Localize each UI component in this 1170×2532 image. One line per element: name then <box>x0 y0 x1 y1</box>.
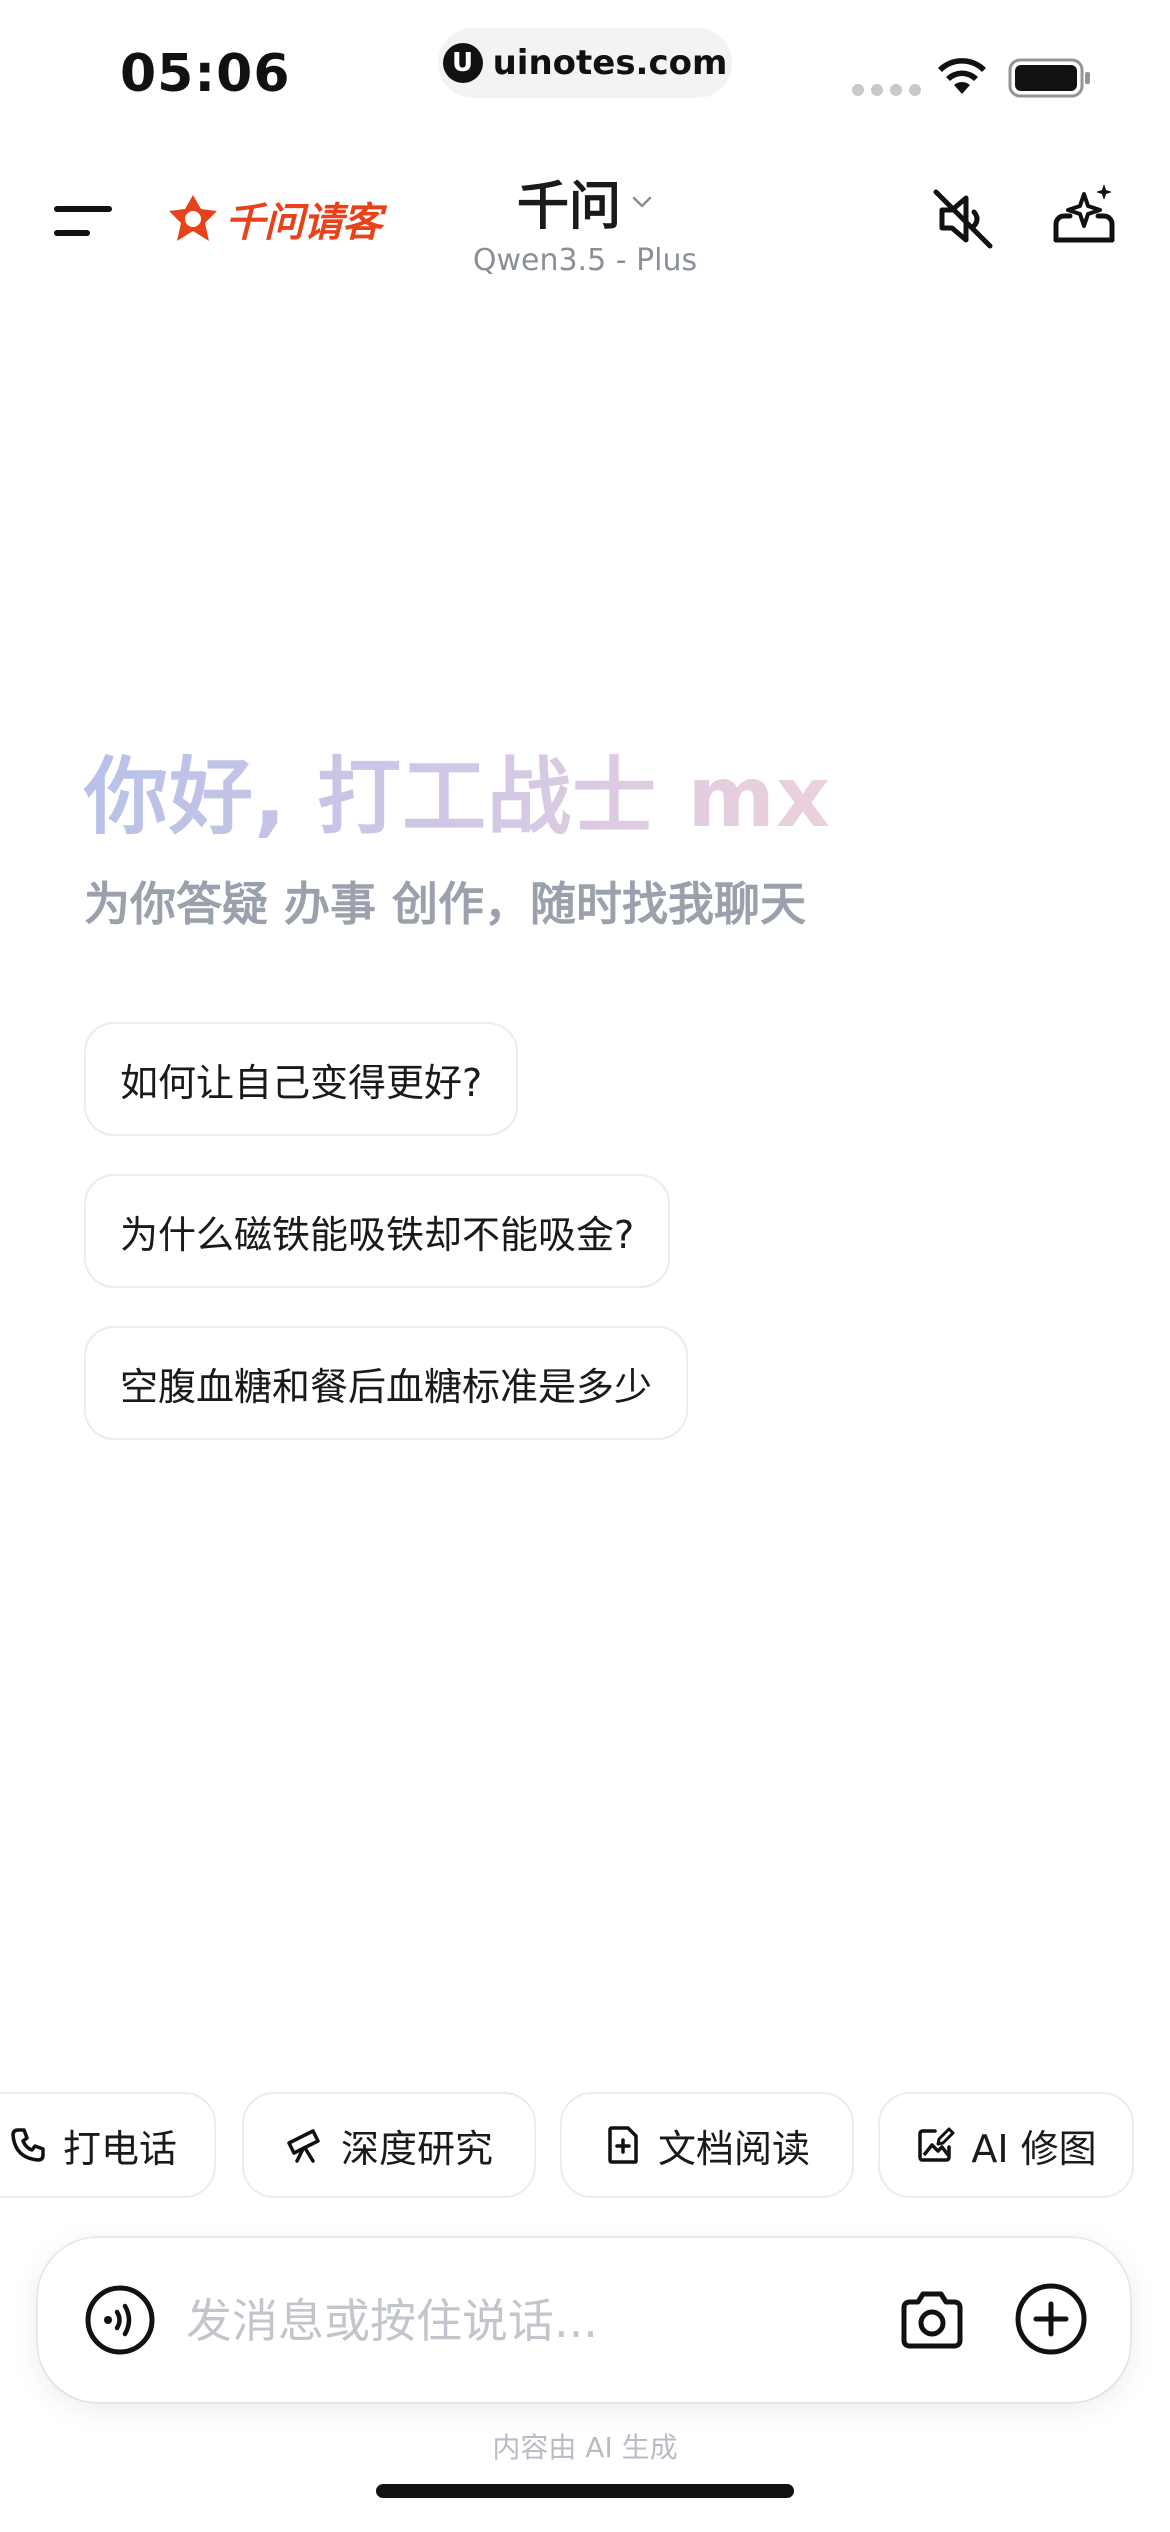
voice-wave-icon[interactable] <box>84 2284 156 2356</box>
status-time: 05:06 <box>120 44 291 104</box>
message-composer <box>38 2238 1130 2402</box>
url-pill[interactable]: U uinotes.com <box>438 28 732 98</box>
greeting-title: 你好, 打工战士 mx <box>84 730 831 851</box>
speaker-muted-icon[interactable] <box>928 184 998 254</box>
tool-chip-label: 文档阅读 <box>657 2126 810 2171</box>
suggestion-chip[interactable]: 如何让自己变得更好? <box>84 1022 519 1136</box>
suggestion-chip[interactable]: 空腹血糖和餐后血糖标准是多少 <box>84 1326 689 1440</box>
phone-icon <box>11 2128 45 2162</box>
brand-logo-icon <box>169 195 217 241</box>
chevron-down-icon <box>632 196 652 207</box>
telescope-icon <box>287 2129 320 2163</box>
camera-icon[interactable] <box>896 2284 968 2356</box>
menu-icon[interactable] <box>52 196 114 246</box>
battery-icon <box>1008 58 1090 98</box>
ai-disclaimer: 内容由 AI 生成 <box>492 2431 678 2464</box>
suggestion-chip[interactable]: 为什么磁铁能吸铁却不能吸金? <box>84 1174 671 1288</box>
tool-chip-label: 打电话 <box>62 2126 177 2171</box>
home-indicator <box>376 2484 794 2498</box>
status-bar: 05:06 U uinotes.com <box>0 0 1170 150</box>
model-version: Qwen3.5 - Plus <box>472 243 698 278</box>
model-name: 千问 <box>516 177 621 237</box>
wifi-icon <box>938 58 986 94</box>
model-selector[interactable]: 千问 Qwen3.5 - Plus <box>385 164 785 278</box>
plus-circle-icon[interactable] <box>1014 2282 1088 2356</box>
tool-chip-label: 深度研究 <box>340 2126 493 2171</box>
site-favicon-icon: U <box>442 43 483 83</box>
tool-chip-label: AI 修图 <box>971 2126 1097 2171</box>
greeting-subtitle: 为你答疑 办事 创作，随时找我聊天 <box>84 877 807 931</box>
sparkle-new-chat-icon[interactable] <box>1048 180 1120 252</box>
brand-logo[interactable]: 千问请客 <box>165 190 382 248</box>
app-header: 千问请客 千问 Qwen3.5 - Plus <box>0 160 1170 290</box>
url-text: uinotes.com <box>492 43 728 83</box>
brand-logo-text: 千问请客 <box>225 199 382 246</box>
message-input[interactable] <box>184 2278 888 2364</box>
tool-chip-deep-research[interactable]: 深度研究 <box>242 2092 536 2198</box>
tool-chip-ai-image-edit[interactable]: AI 修图 <box>878 2092 1134 2198</box>
tool-chip-call[interactable]: 打电话 <box>0 2092 216 2198</box>
tool-row: 打电话 深度研究 文档阅读 AI 修图 <box>0 2092 1170 2198</box>
image-edit-icon <box>918 2127 955 2162</box>
tool-chip-document-reading[interactable]: 文档阅读 <box>560 2092 854 2198</box>
signal-dots-icon <box>852 84 921 96</box>
document-plus-icon <box>608 2126 638 2164</box>
